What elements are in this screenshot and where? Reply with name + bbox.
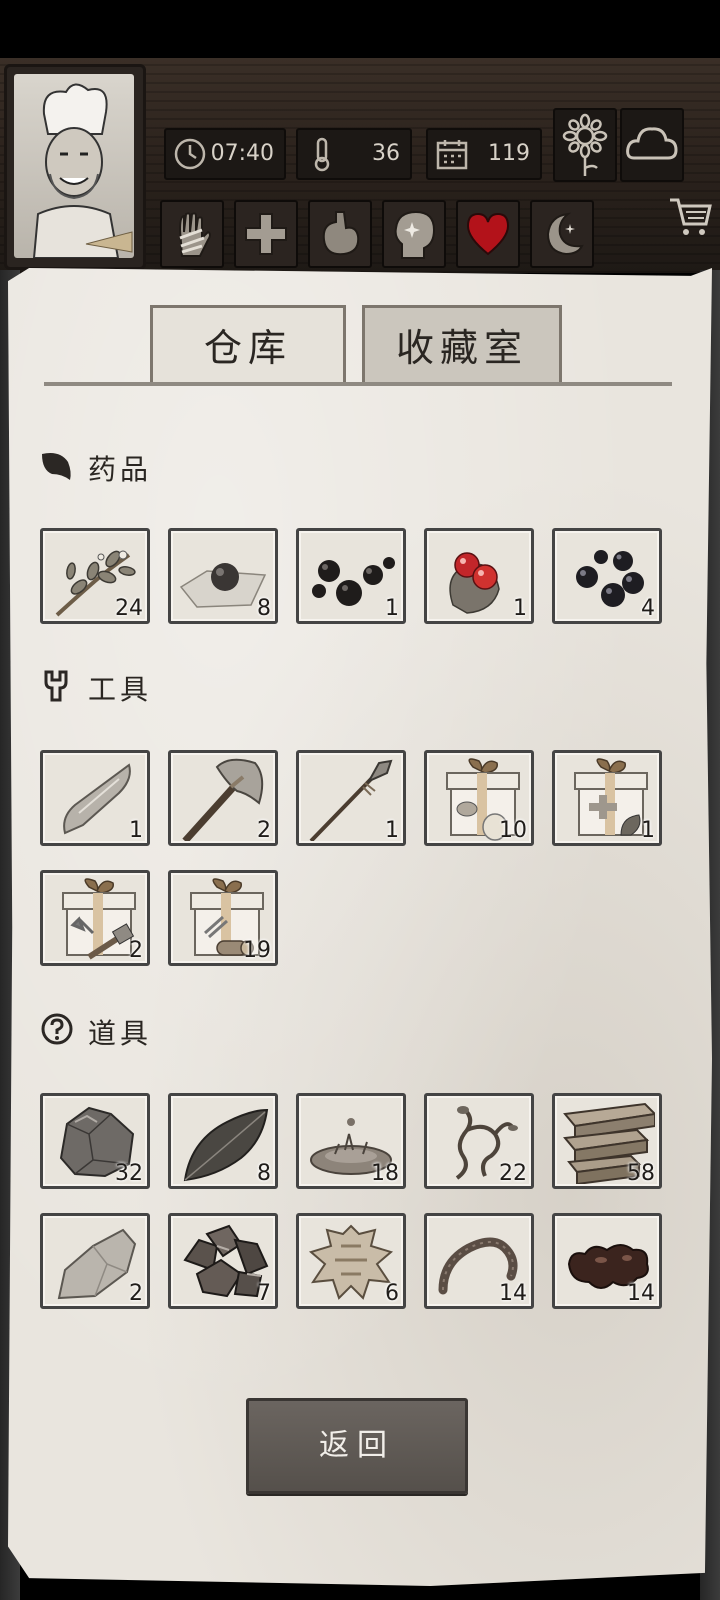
cloud-weather-button[interactable] bbox=[620, 108, 684, 182]
head-sparkle-icon bbox=[394, 210, 436, 259]
item-slot[interactable]: 58 bbox=[552, 1093, 662, 1189]
avatar bbox=[14, 74, 134, 258]
question-mark-icon bbox=[41, 1013, 73, 1045]
section-tools-title: 工具 bbox=[88, 673, 153, 706]
item-slot[interactable]: 7 bbox=[168, 1213, 278, 1309]
tab-divider bbox=[44, 382, 672, 386]
item-slot[interactable]: 10 bbox=[424, 750, 534, 846]
item-slot[interactable]: 1 bbox=[552, 750, 662, 846]
item-quantity: 1 bbox=[385, 596, 399, 621]
time-display: 07:40 bbox=[164, 128, 286, 180]
section-medicine-title: 药品 bbox=[88, 453, 153, 486]
item-quantity: 19 bbox=[243, 938, 271, 963]
medical-cross-icon bbox=[245, 213, 287, 255]
cloud-icon bbox=[626, 127, 678, 160]
section-props-header: 道具 bbox=[40, 1010, 240, 1050]
calendar-icon bbox=[436, 140, 468, 170]
section-tools-header: 工具 bbox=[40, 666, 240, 706]
bandaged-hand-icon bbox=[178, 212, 211, 257]
chef-avatar-icon bbox=[32, 83, 133, 258]
item-slot[interactable]: 14 bbox=[552, 1213, 662, 1309]
item-quantity: 8 bbox=[257, 1161, 271, 1186]
item-quantity: 1 bbox=[385, 818, 399, 843]
day-display: 119 bbox=[426, 128, 542, 180]
item-quantity: 10 bbox=[499, 818, 527, 843]
sunflower-icon bbox=[562, 113, 608, 176]
moon-icon bbox=[546, 212, 584, 256]
item-quantity: 2 bbox=[129, 938, 143, 963]
status-bar bbox=[0, 0, 720, 58]
item-slot[interactable]: 22 bbox=[424, 1093, 534, 1189]
item-quantity: 1 bbox=[641, 818, 655, 843]
item-quantity: 14 bbox=[627, 1281, 655, 1306]
item-quantity: 8 bbox=[257, 596, 271, 621]
character-portrait[interactable] bbox=[4, 64, 146, 270]
day-value: 119 bbox=[488, 141, 530, 166]
item-slot[interactable]: 1 bbox=[40, 750, 150, 846]
tab-warehouse[interactable]: 仓库 bbox=[150, 305, 346, 386]
item-slot[interactable]: 24 bbox=[40, 528, 150, 624]
item-quantity: 24 bbox=[115, 596, 143, 621]
heart-status-button[interactable] bbox=[456, 200, 520, 268]
bandage-status-button[interactable] bbox=[160, 200, 224, 268]
item-slot[interactable]: 1 bbox=[424, 528, 534, 624]
item-slot[interactable]: 8 bbox=[168, 528, 278, 624]
sun-weather-button[interactable] bbox=[553, 108, 617, 182]
leaf-icon bbox=[42, 453, 71, 480]
tab-collection[interactable]: 收藏室 bbox=[362, 305, 562, 386]
item-quantity: 4 bbox=[641, 596, 655, 621]
wrench-icon bbox=[44, 670, 68, 702]
item-slot[interactable]: 2 bbox=[168, 750, 278, 846]
temperature-value: 36 bbox=[372, 141, 400, 166]
item-quantity: 18 bbox=[371, 1161, 399, 1186]
thermometer-icon bbox=[314, 137, 330, 172]
stomach-icon bbox=[322, 211, 360, 256]
shopping-cart-icon bbox=[670, 198, 712, 235]
item-slot[interactable]: 2 bbox=[40, 870, 150, 966]
item-slot[interactable]: 6 bbox=[296, 1213, 406, 1309]
mental-status-button[interactable] bbox=[382, 200, 446, 268]
item-quantity: 7 bbox=[257, 1281, 271, 1306]
item-quantity: 1 bbox=[513, 596, 527, 621]
item-slot[interactable]: 18 bbox=[296, 1093, 406, 1189]
item-quantity: 6 bbox=[385, 1281, 399, 1306]
sleep-status-button[interactable] bbox=[530, 200, 594, 268]
item-slot[interactable]: 14 bbox=[424, 1213, 534, 1309]
heart-icon bbox=[466, 212, 510, 256]
clock-icon bbox=[174, 138, 206, 170]
item-slot[interactable]: 19 bbox=[168, 870, 278, 966]
section-medicine-header: 药品 bbox=[40, 446, 240, 486]
item-quantity: 14 bbox=[499, 1281, 527, 1306]
item-slot[interactable]: 4 bbox=[552, 528, 662, 624]
shop-button[interactable] bbox=[666, 192, 714, 240]
time-value: 07:40 bbox=[210, 141, 274, 166]
back-button[interactable]: 返回 bbox=[246, 1398, 468, 1494]
item-quantity: 22 bbox=[499, 1161, 527, 1186]
health-status-button[interactable] bbox=[234, 200, 298, 268]
item-slot[interactable]: 8 bbox=[168, 1093, 278, 1189]
item-quantity: 2 bbox=[129, 1281, 143, 1306]
item-slot[interactable]: 1 bbox=[296, 750, 406, 846]
item-quantity: 2 bbox=[257, 818, 271, 843]
item-slot[interactable]: 2 bbox=[40, 1213, 150, 1309]
section-props-title: 道具 bbox=[88, 1017, 153, 1050]
item-slot[interactable]: 32 bbox=[40, 1093, 150, 1189]
item-slot[interactable]: 1 bbox=[296, 528, 406, 624]
item-quantity: 58 bbox=[627, 1161, 655, 1186]
item-quantity: 32 bbox=[115, 1161, 143, 1186]
item-quantity: 1 bbox=[129, 818, 143, 843]
temperature-display: 36 bbox=[296, 128, 412, 180]
stomach-status-button[interactable] bbox=[308, 200, 372, 268]
